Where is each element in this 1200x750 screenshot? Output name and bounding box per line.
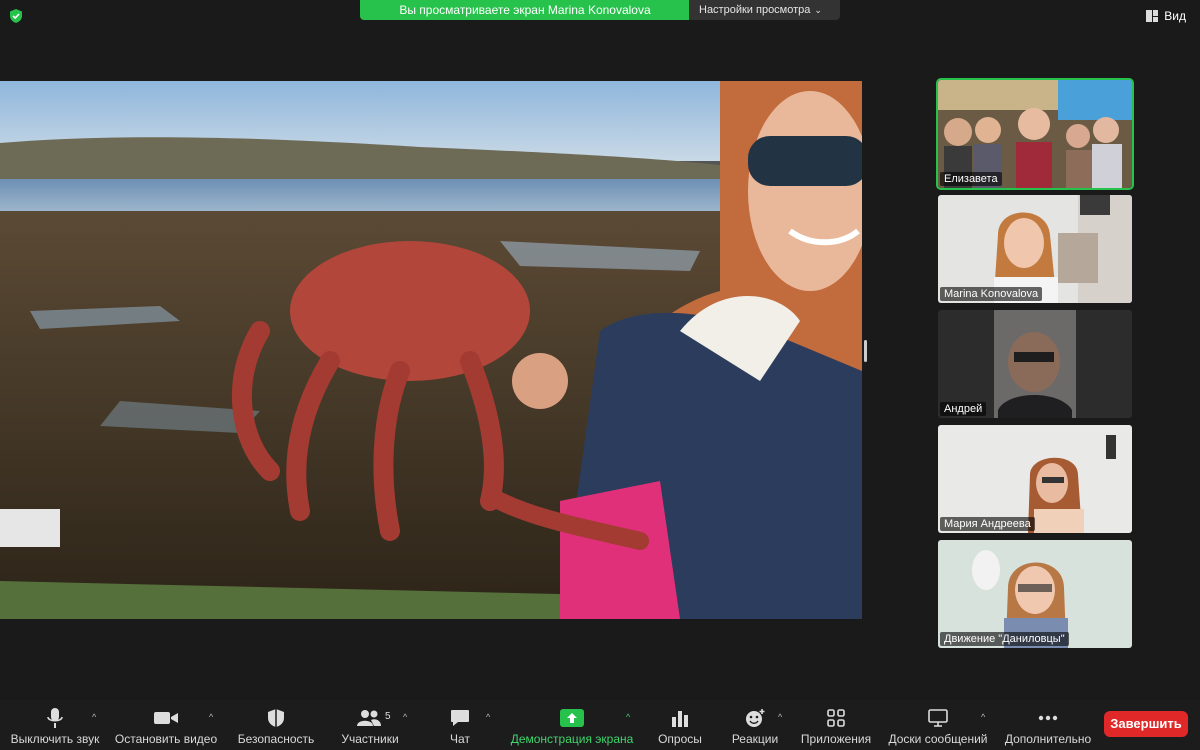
apps-label: Приложения <box>800 732 872 746</box>
chat-button[interactable]: Чат <box>440 700 480 750</box>
stop-video-button[interactable]: Остановить видео <box>115 700 217 750</box>
chevron-down-icon: ⌄ <box>814 5 822 15</box>
whiteboard-icon <box>928 706 948 730</box>
view-settings-label: Настройки просмотра <box>699 4 811 16</box>
meeting-toolbar: Выключить звук ^ Остановить видео ^ Безо… <box>0 700 1200 750</box>
participant-name: Marina Konovalova <box>940 287 1043 301</box>
video-options-caret-icon[interactable]: ^ <box>209 712 213 722</box>
participant-name: Мария Андреева <box>940 517 1035 531</box>
stop-video-label: Остановить видео <box>114 732 218 746</box>
reactions-caret-icon[interactable]: ^ <box>778 712 782 722</box>
security-label: Безопасность <box>237 732 315 746</box>
polls-chart-icon <box>671 706 689 730</box>
gallery-view-icon <box>1146 10 1159 22</box>
encryption-shield-icon[interactable] <box>8 8 24 24</box>
end-meeting-button[interactable]: Завершить <box>1104 711 1188 737</box>
whiteboards-label: Доски сообщений <box>888 732 988 746</box>
polls-label: Опросы <box>658 732 702 746</box>
apps-icon <box>827 706 845 730</box>
whiteboards-caret-icon[interactable]: ^ <box>981 712 985 722</box>
participant-name: Елизавета <box>940 172 1002 186</box>
mute-button[interactable]: Выключить звук <box>10 700 100 750</box>
share-screen-caret-icon[interactable]: ^ <box>626 712 630 722</box>
participant-tile[interactable]: Андрей <box>938 310 1132 418</box>
view-button[interactable]: Вид <box>1146 7 1186 25</box>
participants-count: 5 <box>385 711 391 722</box>
chat-label: Чат <box>450 732 470 746</box>
chat-bubble-icon <box>450 706 470 730</box>
participants-caret-icon[interactable]: ^ <box>403 712 407 722</box>
share-screen-button[interactable]: Демонстрация экрана <box>508 700 636 750</box>
polls-button[interactable]: Опросы <box>654 700 706 750</box>
participants-label: Участники <box>341 732 399 746</box>
participant-name: Андрей <box>940 402 987 416</box>
participants-icon <box>357 706 383 730</box>
whiteboards-button[interactable]: Доски сообщений <box>886 700 990 750</box>
participant-tile[interactable]: Marina Konovalova <box>938 195 1132 303</box>
reactions-label: Реакции <box>731 732 779 746</box>
shared-photo-crab <box>0 81 862 619</box>
ellipsis-icon <box>1038 706 1058 730</box>
chat-caret-icon[interactable]: ^ <box>486 712 490 722</box>
share-screen-label: Демонстрация экрана <box>510 732 634 746</box>
more-button[interactable]: Дополнительно <box>1004 700 1092 750</box>
participant-name: Движение "Даниловцы" <box>940 632 1069 646</box>
audio-options-caret-icon[interactable]: ^ <box>92 712 96 722</box>
screen-share-banner: Вы просматриваете экран Marina Konovalov… <box>360 0 690 20</box>
mute-label: Выключить звук <box>10 732 100 746</box>
view-settings-dropdown[interactable]: Настройки просмотра ⌄ <box>689 0 840 20</box>
reactions-button[interactable]: Реакции <box>728 700 782 750</box>
shared-screen-view <box>0 81 862 619</box>
shield-icon <box>267 706 285 730</box>
emoji-plus-icon <box>744 706 766 730</box>
top-bar: Вы просматриваете экран Marina Konovalov… <box>0 0 1200 34</box>
apps-button[interactable]: Приложения <box>800 700 872 750</box>
participant-tile[interactable]: Движение "Даниловцы" <box>938 540 1132 648</box>
participant-tile[interactable]: Мария Андреева <box>938 425 1132 533</box>
participants-button[interactable]: Участники <box>335 700 405 750</box>
more-label: Дополнительно <box>1004 732 1092 746</box>
share-screen-icon <box>560 706 584 730</box>
security-button[interactable]: Безопасность <box>236 700 316 750</box>
video-camera-icon <box>154 706 178 730</box>
microphone-icon <box>47 706 63 730</box>
participant-tile[interactable]: Елизавета <box>936 78 1134 190</box>
view-button-label: Вид <box>1164 9 1186 23</box>
panel-resize-handle[interactable] <box>864 340 867 362</box>
